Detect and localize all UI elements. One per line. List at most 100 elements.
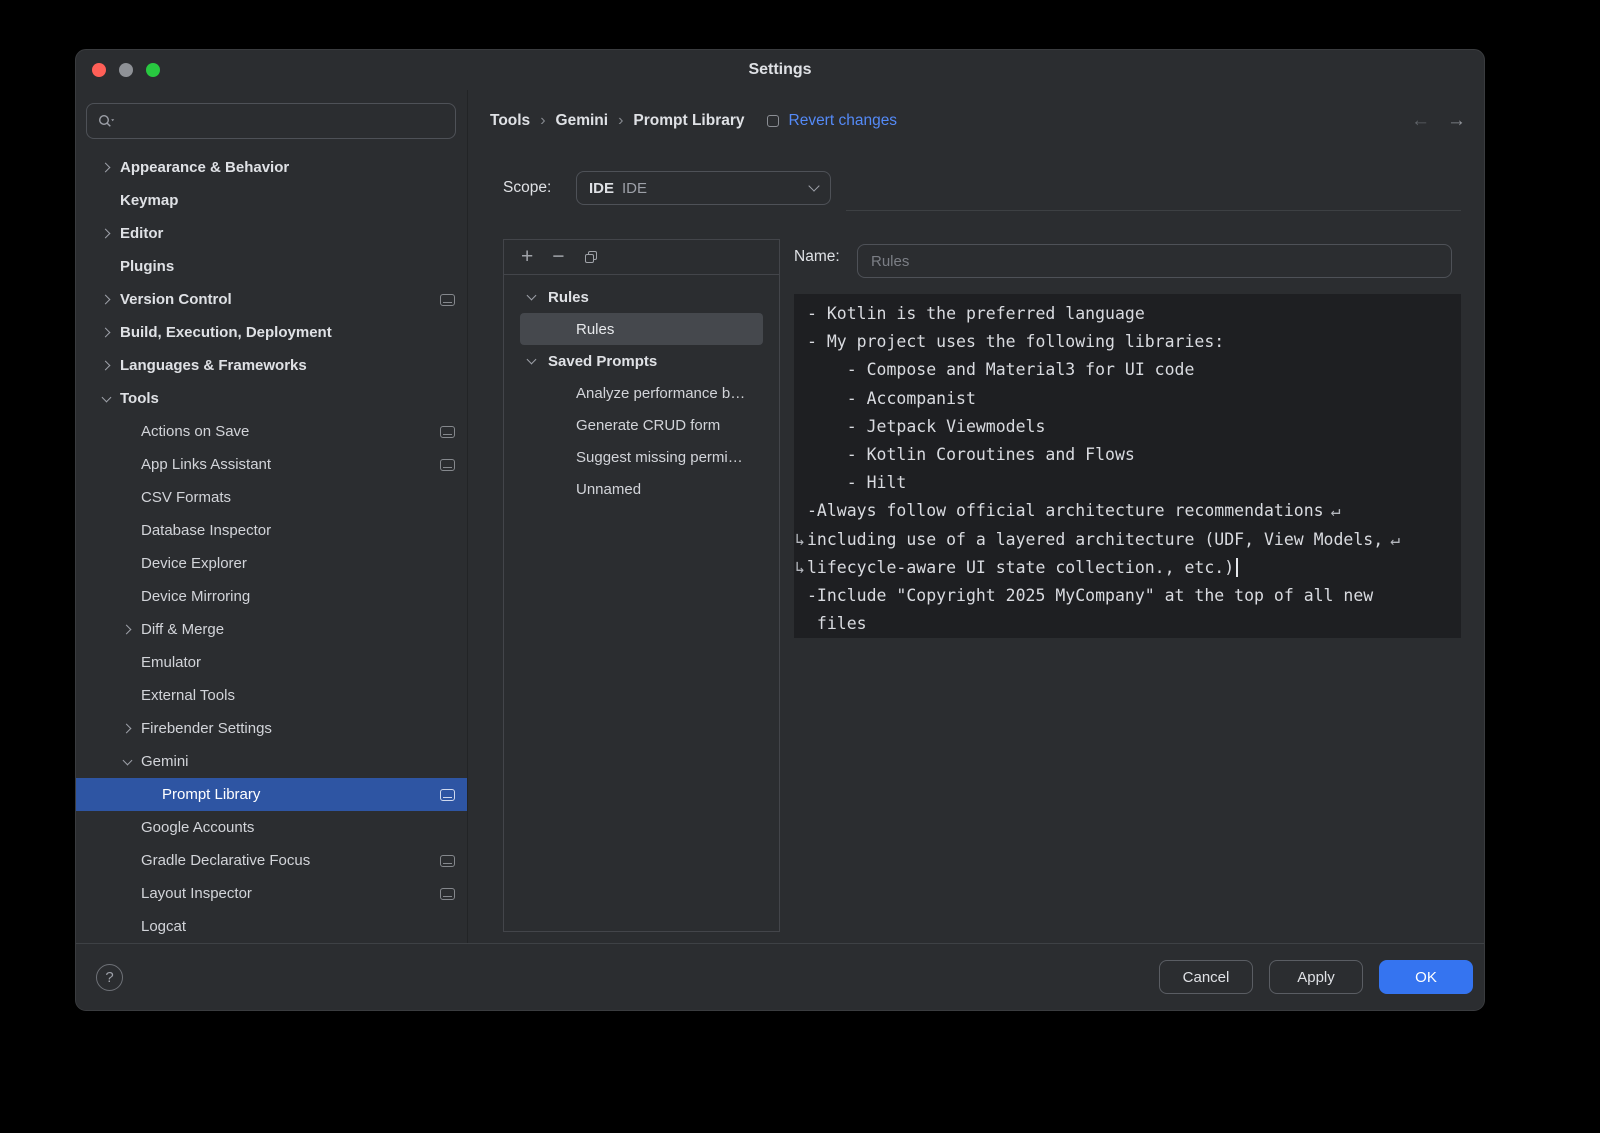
scope-select[interactable]: IDE IDE [576, 171, 831, 205]
prompt-item-analyze-performance[interactable]: Analyze performance b… [520, 377, 763, 409]
sidebar-item-gemini[interactable]: Gemini [76, 745, 468, 778]
chevron-spacer [122, 415, 141, 448]
sidebar-item-actions-on-save[interactable]: Actions on Save [76, 415, 468, 448]
sidebar-item-device-mirroring[interactable]: Device Mirroring [76, 580, 468, 613]
chevron-spacer [122, 481, 141, 514]
prompt-list-panel: + − Rules Rules Saved Prompts Analyze pe… [503, 239, 780, 932]
back-arrow-icon[interactable]: ← [1411, 110, 1430, 132]
minimize-window-button[interactable] [119, 63, 133, 77]
monitor-icon [440, 426, 455, 438]
sidebar-item-label: Emulator [141, 654, 201, 671]
chevron-right-icon[interactable] [101, 151, 120, 184]
prompt-item-generate-crud-form[interactable]: Generate CRUD form [520, 409, 763, 441]
sidebar-item-app-links-assistant[interactable]: App Links Assistant [76, 448, 468, 481]
chevron-right-icon[interactable] [101, 283, 120, 316]
prompt-item-suggest-missing-permissions[interactable]: Suggest missing permi… [520, 441, 763, 473]
desktop-background: Settings Appearance & Behavior Keymap Ed… [0, 0, 1600, 1133]
editor-line: files [807, 610, 1453, 638]
sidebar-item-tools[interactable]: Tools [76, 382, 468, 415]
sidebar-item-label: Database Inspector [141, 522, 271, 539]
chevron-spacer [122, 844, 141, 877]
prompt-item-rules[interactable]: Rules [520, 313, 763, 345]
scope-tag: IDE [589, 180, 614, 197]
sidebar-item-version-control[interactable]: Version Control [76, 283, 468, 316]
chevron-down-icon[interactable] [526, 345, 548, 377]
apply-button[interactable]: Apply [1269, 960, 1363, 994]
copy-prompt-icon[interactable] [584, 249, 600, 265]
editor-line: ↳lifecycle-aware UI state collection., e… [807, 554, 1453, 582]
monitor-icon [440, 294, 455, 306]
sidebar-item-firebender-settings[interactable]: Firebender Settings [76, 712, 468, 745]
help-button[interactable]: ? [96, 964, 123, 991]
prompt-editor[interactable]: - Kotlin is the preferred language - My … [794, 294, 1461, 638]
prompt-group-rules[interactable]: Rules [520, 281, 763, 313]
monitor-icon [440, 855, 455, 867]
sidebar-item-editor[interactable]: Editor [76, 217, 468, 250]
chevron-spacer [122, 448, 141, 481]
chevron-right-icon[interactable] [101, 349, 120, 382]
sidebar-item-label: Logcat [141, 918, 186, 935]
breadcrumb-tools[interactable]: Tools [490, 112, 530, 130]
sidebar-item-keymap[interactable]: Keymap [76, 184, 468, 217]
revert-icon [767, 115, 779, 127]
settings-search-field[interactable] [86, 103, 456, 139]
chevron-down-icon[interactable] [122, 745, 141, 778]
prompt-group-saved-prompts[interactable]: Saved Prompts [520, 345, 763, 377]
prompt-list-toolbar: + − [504, 240, 779, 275]
search-icon[interactable] [97, 113, 116, 129]
sidebar-item-label: External Tools [141, 687, 235, 704]
prompt-item-unnamed[interactable]: Unnamed [520, 473, 763, 505]
sidebar-item-google-accounts[interactable]: Google Accounts [76, 811, 468, 844]
sidebar-item-label: Device Mirroring [141, 588, 250, 605]
remove-prompt-button[interactable]: − [552, 247, 564, 267]
sidebar-item-database-inspector[interactable]: Database Inspector [76, 514, 468, 547]
prompt-name-input[interactable]: Rules [857, 244, 1452, 278]
dialog-footer: ? Cancel Apply OK [76, 943, 1484, 1010]
sidebar-item-csv-formats[interactable]: CSV Formats [76, 481, 468, 514]
breadcrumb-gemini[interactable]: Gemini [556, 112, 609, 130]
chevron-right-icon[interactable] [101, 217, 120, 250]
forward-arrow-icon[interactable]: → [1447, 110, 1466, 132]
prompt-group-label: Saved Prompts [548, 353, 657, 370]
sidebar-item-emulator[interactable]: Emulator [76, 646, 468, 679]
sidebar-item-label: Layout Inspector [141, 885, 252, 902]
prompt-tree: Rules Rules Saved Prompts Analyze perfor… [504, 275, 779, 505]
add-prompt-button[interactable]: + [521, 247, 533, 267]
sidebar-item-languages-frameworks[interactable]: Languages & Frameworks [76, 349, 468, 382]
chevron-spacer [122, 811, 141, 844]
scope-label: Scope: [503, 179, 551, 197]
chevron-down-icon[interactable] [101, 382, 120, 415]
editor-line: -Always follow official architecture rec… [807, 497, 1453, 525]
sidebar-item-prompt-library[interactable]: Prompt Library [76, 778, 468, 811]
prompt-item-label: Suggest missing permi… [576, 449, 743, 466]
soft-wrap-continuation-icon: ↳ [795, 554, 805, 582]
traffic-lights [92, 63, 160, 77]
cancel-button[interactable]: Cancel [1159, 960, 1253, 994]
sidebar-item-build-execution-deployment[interactable]: Build, Execution, Deployment [76, 316, 468, 349]
sidebar-item-label: Tools [120, 390, 159, 407]
chevron-right-icon[interactable] [101, 316, 120, 349]
monitor-icon [440, 888, 455, 900]
sidebar-item-plugins[interactable]: Plugins [76, 250, 468, 283]
close-window-button[interactable] [92, 63, 106, 77]
sidebar-item-label: Actions on Save [141, 423, 249, 440]
ok-button[interactable]: OK [1379, 960, 1473, 994]
chevron-spacer [122, 580, 141, 613]
sidebar-item-appearance-behavior[interactable]: Appearance & Behavior [76, 151, 468, 184]
sidebar-item-diff-merge[interactable]: Diff & Merge [76, 613, 468, 646]
sidebar-item-label: Diff & Merge [141, 621, 224, 638]
chevron-right-icon[interactable] [122, 712, 141, 745]
sidebar-item-logcat[interactable]: Logcat [76, 910, 468, 943]
scope-value: IDE [622, 180, 647, 197]
sidebar-item-gradle-declarative-focus[interactable]: Gradle Declarative Focus [76, 844, 468, 877]
chevron-down-icon[interactable] [526, 281, 548, 313]
prompt-item-label: Unnamed [576, 481, 641, 498]
zoom-window-button[interactable] [146, 63, 160, 77]
sidebar-item-label: Gemini [141, 753, 189, 770]
search-input[interactable] [124, 112, 445, 131]
sidebar-item-device-explorer[interactable]: Device Explorer [76, 547, 468, 580]
revert-changes-link[interactable]: Revert changes [789, 112, 898, 130]
sidebar-item-external-tools[interactable]: External Tools [76, 679, 468, 712]
sidebar-item-layout-inspector[interactable]: Layout Inspector [76, 877, 468, 910]
chevron-right-icon[interactable] [122, 613, 141, 646]
